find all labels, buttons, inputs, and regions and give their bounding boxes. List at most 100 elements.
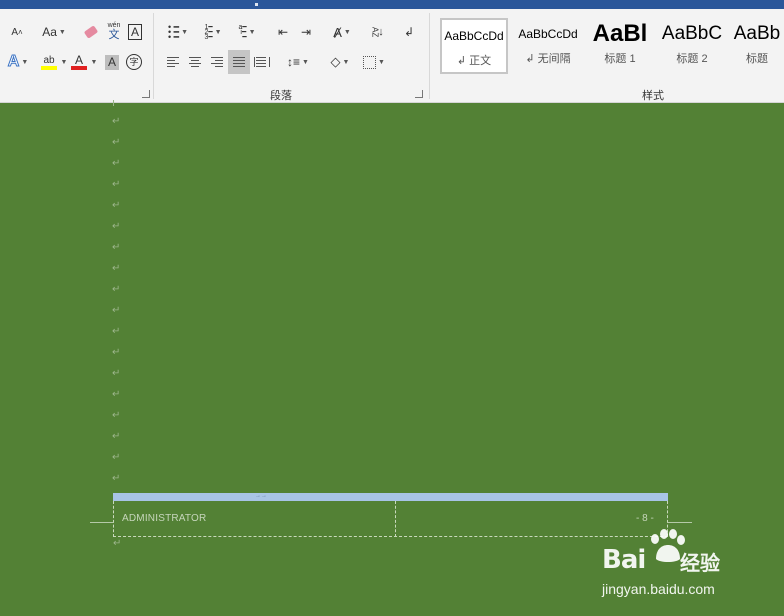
character-border-label: A: [127, 24, 142, 40]
paragraph-mark: ↵: [112, 305, 121, 316]
distributed-icon: [254, 57, 270, 67]
style-name: 标题 1: [604, 53, 636, 65]
paragraph-mark: ↵: [112, 452, 121, 463]
borders-button[interactable]: ▼: [359, 52, 389, 72]
group-separator: [429, 13, 430, 99]
paragraph-mark: ↵: [112, 221, 121, 232]
style-name: ↲ 无间隔: [525, 53, 571, 65]
character-shading-label: A: [104, 54, 119, 70]
style-title[interactable]: AaBb 标题: [730, 18, 784, 74]
numbering-button[interactable]: 1━ 2━ 3━ ▼: [197, 22, 229, 42]
footer-author-text[interactable]: ADMINISTRATOR: [122, 513, 206, 524]
multilevel-list-icon: a━ i━ ━: [238, 23, 247, 41]
font-dialog-launcher[interactable]: [142, 90, 150, 98]
group-separator: [153, 13, 154, 99]
chevron-down-icon: ▼: [342, 58, 350, 66]
chevron-down-icon: ▼: [248, 28, 256, 36]
paragraph-dialog-launcher[interactable]: [415, 90, 423, 98]
paragraph-mark-icon: ↲: [403, 25, 415, 39]
chevron-down-icon: ▼: [21, 58, 29, 66]
style-no-spacing[interactable]: AaBbCcDd ↲ 无间隔: [514, 18, 582, 74]
character-border-button[interactable]: A: [126, 22, 144, 42]
bullets-button[interactable]: • ━ • ━ • ━ ▼: [163, 22, 193, 42]
paragraph-mark: ↵: [112, 347, 121, 358]
distributed-button[interactable]: [252, 52, 272, 72]
watermark-logo-text: Bai: [602, 545, 646, 575]
quick-access-marker: [255, 3, 258, 6]
grow-font-button[interactable]: A ˄: [6, 22, 28, 42]
margin-mark: [113, 100, 114, 106]
footer-border-extension: [90, 522, 113, 523]
highlight-label: ab: [43, 54, 55, 66]
align-left-button[interactable]: [163, 52, 183, 72]
borders-icon: [363, 55, 377, 69]
decrease-indent-icon: ⇤: [277, 25, 289, 39]
eraser-icon: [83, 25, 99, 39]
increase-indent-icon: ⇥: [300, 25, 312, 39]
style-sample: AaBbCcDd: [518, 27, 578, 41]
clear-formatting-button[interactable]: [80, 22, 102, 42]
paragraph-mark: ↵: [112, 263, 121, 274]
font-color-dropdown[interactable]: ▼: [88, 52, 98, 72]
paragraph-mark: ↵: [112, 158, 121, 169]
increase-indent-button[interactable]: ⇥: [295, 22, 317, 42]
multilevel-list-button[interactable]: a━ i━ ━ ▼: [231, 22, 263, 42]
footer-border-extension: [668, 522, 692, 523]
style-sample: AaBbCcDd: [444, 29, 504, 43]
style-sample: AaBb: [733, 23, 781, 44]
sort-label: AZ: [370, 26, 380, 38]
chevron-down-icon: ▼: [214, 28, 222, 36]
paragraph-mark: ↵: [112, 326, 121, 337]
style-sample: AaBbC: [661, 23, 723, 44]
style-name: 标题 2: [676, 53, 708, 65]
shading-button[interactable]: ◇ ▼: [325, 52, 355, 72]
font-color-button[interactable]: A: [68, 52, 90, 72]
paragraph-mark: ↵: [112, 284, 121, 295]
highlight-dropdown[interactable]: ▼: [58, 52, 68, 72]
ribbon: A ˄ Aa ▼ wén 文 A A ▼ ab ▼ A ▼ A 字 • ━ • ━ • ━ ▼…: [0, 9, 784, 103]
align-right-button[interactable]: [207, 52, 227, 72]
paragraph-mark: ↵: [112, 116, 121, 127]
numbering-icon: 1━ 2━ 3━: [204, 23, 213, 41]
chevron-down-icon: ▼: [302, 58, 309, 66]
phonetic-guide-char: 文: [108, 28, 120, 41]
paragraph-group-label: 段落: [270, 90, 292, 102]
style-sample: AaBl: [592, 20, 648, 47]
chevron-down-icon: ▼: [343, 28, 351, 36]
show-hide-marks-button[interactable]: ↲: [398, 22, 420, 42]
styles-gallery: AaBbCcDd ↲ 正文 AaBbCcDd ↲ 无间隔 AaBl 标题 1 A…: [436, 14, 784, 76]
footer-page-number[interactable]: - 8 -: [636, 513, 654, 524]
line-spacing-icon: ↕≡: [287, 55, 301, 69]
paragraph-mark: ↵: [112, 200, 121, 211]
font-color-label: A: [74, 53, 83, 67]
line-spacing-button[interactable]: ↕≡ ▼: [282, 52, 314, 72]
phonetic-guide-button[interactable]: wén 文: [103, 21, 125, 41]
character-shading-button[interactable]: A: [102, 52, 122, 72]
paragraph-mark: ↵: [112, 410, 121, 421]
center-button[interactable]: [185, 52, 205, 72]
decrease-indent-button[interactable]: ⇤: [272, 22, 294, 42]
paragraph-mark: ↵: [112, 389, 121, 400]
footer-cell-divider: [395, 501, 396, 537]
style-name: 标题: [746, 53, 768, 65]
paragraph-mark: ↵: [112, 242, 121, 253]
paint-bucket-icon: ◇: [330, 54, 341, 69]
asian-layout-button[interactable]: Ⱥ ▼: [326, 22, 358, 42]
style-heading-2[interactable]: AaBbC 标题 2: [658, 18, 726, 74]
sort-arrow-icon: ↓: [378, 26, 384, 38]
style-heading-1[interactable]: AaBl 标题 1: [586, 18, 654, 74]
justify-button[interactable]: [228, 50, 250, 74]
chevron-down-icon: ▼: [58, 28, 66, 36]
watermark-url: jingyan.baidu.com: [602, 581, 715, 597]
sort-button[interactable]: AZ ↓: [366, 22, 388, 42]
paragraph-mark: ↵: [113, 538, 122, 549]
baidu-jingyan-watermark: Bai 经验 jingyan.baidu.com: [602, 527, 752, 602]
style-normal[interactable]: AaBbCcDd ↲ 正文: [440, 18, 508, 74]
enclose-characters-button[interactable]: 字: [124, 52, 144, 72]
grow-font-glyph: A: [11, 26, 18, 38]
change-case-button[interactable]: Aa ▼: [38, 22, 70, 42]
text-effects-button[interactable]: A ▼: [4, 52, 32, 72]
title-bar: [0, 0, 784, 9]
paragraph-mark: ↵: [112, 179, 121, 190]
text-effects-label: A: [7, 53, 20, 71]
